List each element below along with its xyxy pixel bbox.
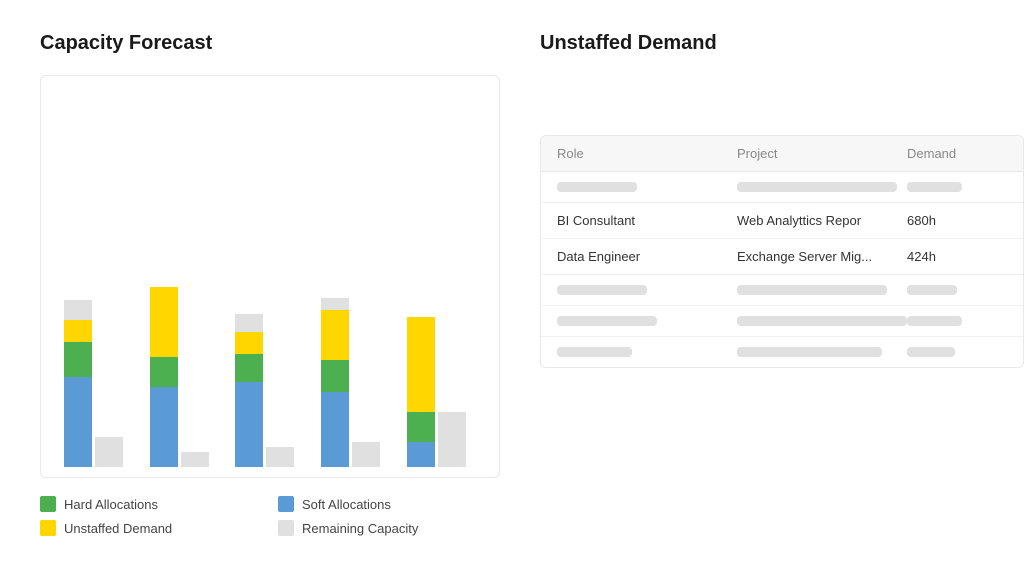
unstaffed-demand-title: Unstaffed Demand: [540, 32, 1024, 55]
bar-segment-1-0-2: [150, 387, 178, 467]
bar-segment-0-0-1: [64, 320, 92, 342]
bar-group-3: [321, 298, 380, 467]
legend-label-1: Soft Allocations: [302, 497, 391, 512]
table-header-cell-1: Project: [737, 146, 907, 161]
skeleton-project: [737, 285, 907, 295]
skeleton-role: [557, 285, 737, 295]
skeleton-role: [557, 182, 737, 192]
table-cell-demand: 424h: [907, 249, 1007, 264]
table-header-cell-0: Role: [557, 146, 737, 161]
bar-group-2: [235, 314, 294, 467]
bar-col-2-1: [266, 447, 294, 467]
bar-col-0-1: [95, 437, 123, 467]
skeleton-role: [557, 316, 737, 326]
table-header-row: RoleProjectDemand: [541, 136, 1023, 172]
bar-col-3-0: [321, 298, 349, 467]
bar-segment-0-1-0: [95, 437, 123, 467]
legend-swatch-0: [40, 496, 56, 512]
bar-group-0: [64, 300, 123, 467]
bar-segment-3-1-0: [352, 442, 380, 467]
capacity-forecast-panel: Capacity Forecast Hard Allocations Soft A…: [40, 32, 500, 536]
bar-col-1-1: [181, 452, 209, 467]
demand-table: RoleProjectDemand BI ConsultantWeb Analy…: [540, 135, 1024, 368]
legend-swatch-3: [278, 520, 294, 536]
legend-label-3: Remaining Capacity: [302, 521, 418, 536]
bar-group-1: [150, 287, 209, 467]
bar-col-2-0: [235, 314, 263, 467]
chart-legend: Hard Allocations Soft Allocations Unstaffe…: [40, 496, 500, 536]
legend-swatch-2: [40, 520, 56, 536]
bar-segment-0-0-0: [64, 300, 92, 320]
bar-segment-4-0-0: [407, 317, 435, 412]
table-cell-project: Exchange Server Mig...: [737, 249, 907, 264]
table-row: [541, 337, 1023, 367]
skeleton-demand: [907, 347, 1007, 357]
skeleton-demand: [907, 316, 1007, 326]
legend-swatch-1: [278, 496, 294, 512]
table-row: Data EngineerExchange Server Mig...424h: [541, 239, 1023, 275]
legend-label-0: Hard Allocations: [64, 497, 158, 512]
bar-group-4: [407, 317, 466, 467]
skeleton-project: [737, 347, 907, 357]
bar-col-4-0: [407, 317, 435, 467]
capacity-forecast-title: Capacity Forecast: [40, 32, 500, 55]
table-cell-demand: 680h: [907, 213, 1007, 228]
bar-segment-3-0-2: [321, 360, 349, 392]
bar-segment-3-0-1: [321, 310, 349, 360]
bar-segment-1-1-0: [181, 452, 209, 467]
bar-segment-2-0-3: [235, 382, 263, 467]
legend-item-2: Unstaffed Demand: [40, 520, 262, 536]
table-cell-project: Web Analyttics Repor: [737, 213, 907, 228]
bar-segment-0-0-2: [64, 342, 92, 377]
capacity-chart: [40, 75, 500, 478]
legend-item-3: Remaining Capacity: [278, 520, 500, 536]
table-cell-role: Data Engineer: [557, 249, 737, 264]
unstaffed-demand-panel: Unstaffed Demand RoleProjectDemand BI Co…: [540, 32, 1024, 536]
table-row: [541, 172, 1023, 203]
table-row: [541, 306, 1023, 337]
bar-segment-3-0-3: [321, 392, 349, 467]
legend-item-0: Hard Allocations: [40, 496, 262, 512]
skeleton-project: [737, 316, 907, 326]
bar-segment-4-0-2: [407, 442, 435, 467]
bar-segment-2-0-0: [235, 314, 263, 332]
table-row: BI ConsultantWeb Analyttics Repor680h: [541, 203, 1023, 239]
legend-label-2: Unstaffed Demand: [64, 521, 172, 536]
bar-segment-1-0-1: [150, 357, 178, 387]
skeleton-demand: [907, 182, 1007, 192]
bar-col-4-1: [438, 412, 466, 467]
bar-segment-4-0-1: [407, 412, 435, 442]
bar-segment-4-1-0: [438, 412, 466, 467]
bar-segment-3-0-0: [321, 298, 349, 310]
table-cell-role: BI Consultant: [557, 213, 737, 228]
bar-segment-1-0-0: [150, 287, 178, 357]
table-header-cell-2: Demand: [907, 146, 1007, 161]
skeleton-demand: [907, 285, 1007, 295]
legend-item-1: Soft Allocations: [278, 496, 500, 512]
bar-segment-2-0-1: [235, 332, 263, 354]
bar-col-3-1: [352, 442, 380, 467]
bar-col-0-0: [64, 300, 92, 467]
skeleton-project: [737, 182, 907, 192]
bar-col-1-0: [150, 287, 178, 467]
skeleton-role: [557, 347, 737, 357]
bar-segment-0-0-3: [64, 377, 92, 467]
bar-segment-2-0-2: [235, 354, 263, 382]
bar-segment-2-1-0: [266, 447, 294, 467]
table-row: [541, 275, 1023, 306]
